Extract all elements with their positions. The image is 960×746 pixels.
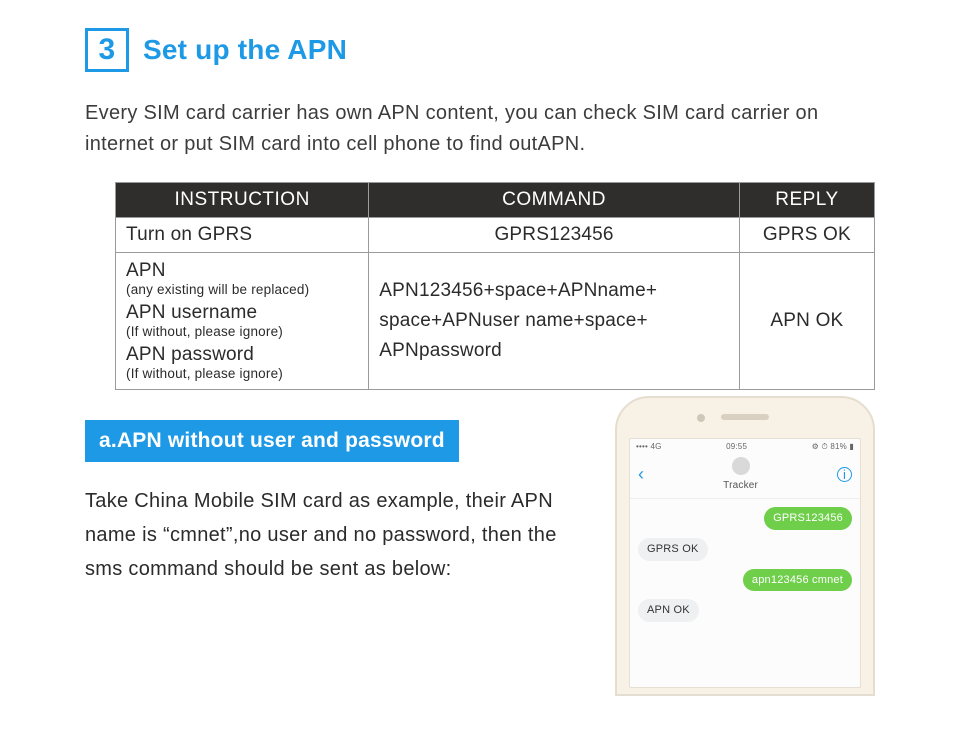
phone-screen: •••• 4G 09:55 ⚙ ⏱ 81% ▮ ‹ Tracker i GPRS… [629,438,861,688]
apn-command-table: INSTRUCTION COMMAND REPLY Turn on GPRS G… [115,182,875,390]
cell-reply: GPRS OK [739,218,874,253]
table-row: Turn on GPRS GPRS123456 GPRS OK [116,218,875,253]
subsection-header: a.APN without user and password [85,420,459,462]
step-title: Set up the APN [143,34,347,66]
phone-body: •••• 4G 09:55 ⚙ ⏱ 81% ▮ ‹ Tracker i GPRS… [615,396,875,696]
status-bar: •••• 4G 09:55 ⚙ ⏱ 81% ▮ [630,439,860,455]
status-signal: •••• 4G [636,442,662,452]
intro-paragraph: Every SIM card carrier has own APN conte… [85,98,890,160]
table-row: APN (any existing will be replaced) APN … [116,253,875,390]
inst-apn: APN [126,261,358,281]
message-outgoing: apn123456 cmnet [743,569,852,592]
cell-command: GPRS123456 [369,218,740,253]
table-header-row: INSTRUCTION COMMAND REPLY [116,183,875,218]
phone-illustration: •••• 4G 09:55 ⚙ ⏱ 81% ▮ ‹ Tracker i GPRS… [600,396,890,696]
status-battery-pct: 81% [830,442,847,451]
back-icon[interactable]: ‹ [638,464,644,485]
cmd-line: APNpassword [379,336,729,366]
cmd-line: space+APNuser name+space+ [379,306,729,336]
subsection-description: Take China Mobile SIM card as example, t… [85,484,570,586]
col-instruction: INSTRUCTION [116,183,369,218]
message-nav: ‹ Tracker i [630,455,860,499]
col-reply: REPLY [739,183,874,218]
status-time: 09:55 [726,442,747,452]
col-command: COMMAND [369,183,740,218]
status-carrier: 4G [650,442,661,451]
cell-instruction: APN (any existing will be replaced) APN … [116,253,369,390]
chat-title: Tracker [723,480,758,491]
inst-pass: APN password [126,345,358,365]
cell-reply: APN OK [739,253,874,390]
inst-pass-sub: (If without, please ignore) [126,367,358,381]
inst-user: APN username [126,303,358,323]
inst-user-sub: (If without, please ignore) [126,325,358,339]
inst-apn-sub: (any existing will be replaced) [126,283,358,297]
message-incoming: GPRS OK [638,538,708,561]
cell-command: APN123456+space+APNname+ space+APNuser n… [369,253,740,390]
step-number: 3 [99,33,116,67]
step-header: 3 Set up the APN [85,28,890,72]
message-list: GPRS123456 GPRS OK apn123456 cmnet APN O… [630,499,860,687]
step-number-box: 3 [85,28,129,72]
cmd-line: APN123456+space+APNname+ [379,276,729,306]
info-icon[interactable]: i [837,467,852,482]
chat-title-wrap: Tracker [723,457,758,492]
avatar-icon [732,457,750,475]
message-incoming: APN OK [638,599,699,622]
message-outgoing: GPRS123456 [764,507,852,530]
status-battery: ⚙ ⏱ 81% ▮ [812,442,854,452]
cell-instruction: Turn on GPRS [116,218,369,253]
